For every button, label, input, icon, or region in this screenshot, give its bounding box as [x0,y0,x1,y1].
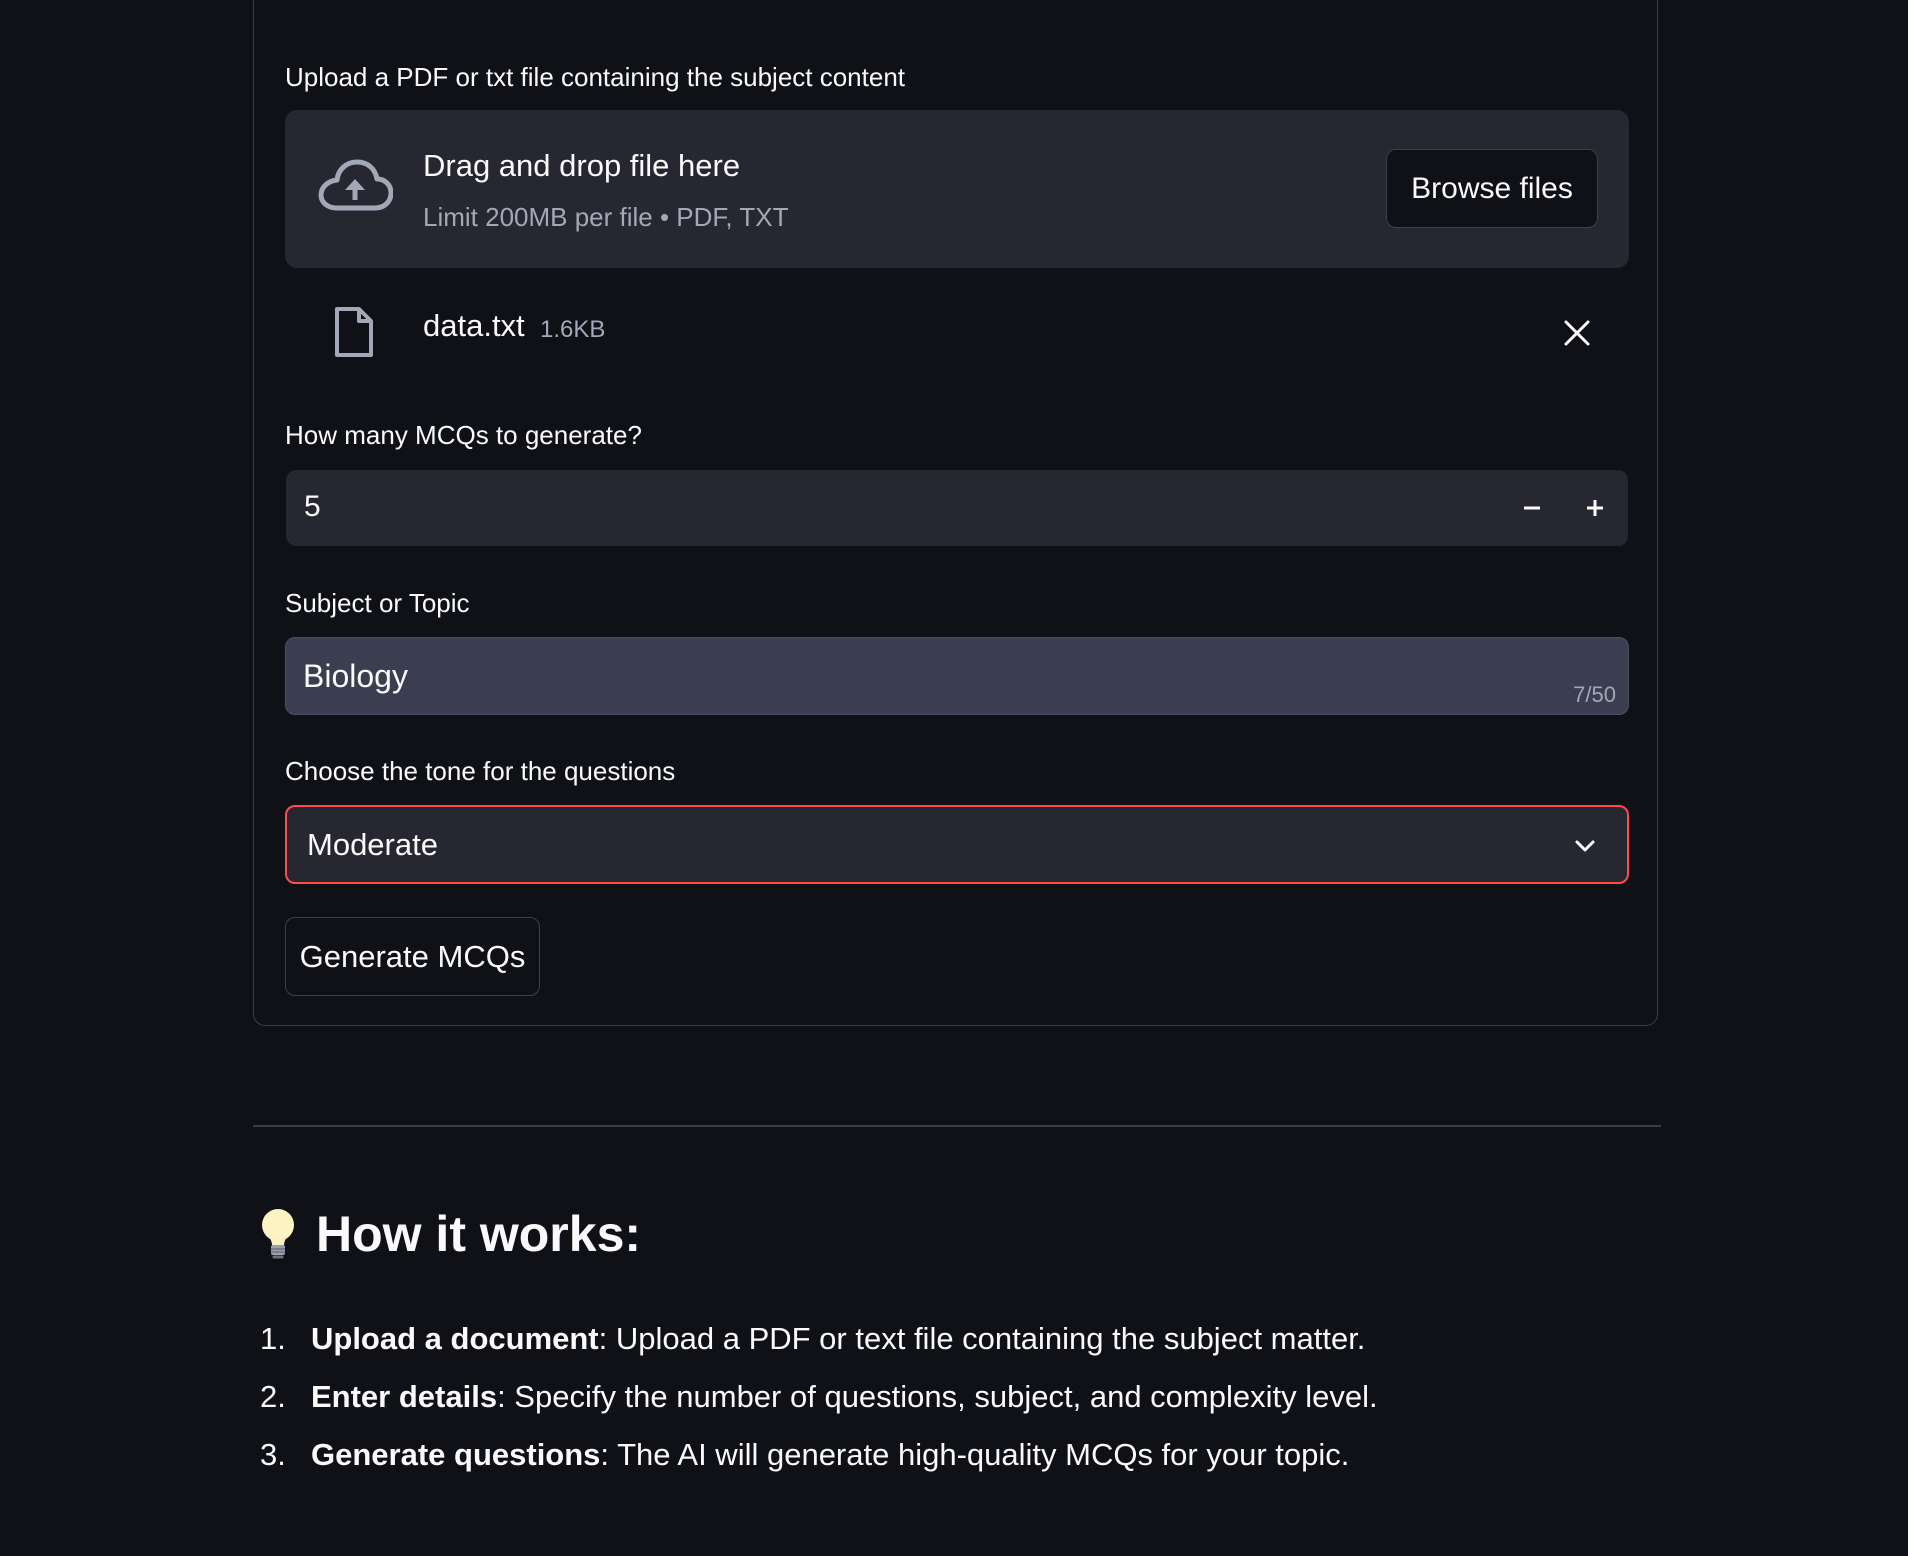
page: Upload a PDF or txt file containing the … [0,0,1908,1556]
tone-select[interactable]: Moderate [285,805,1629,884]
cloud-upload-icon [318,159,393,211]
subject-input[interactable]: Biology 7/50 [285,637,1629,715]
chevron-down-icon [1575,840,1595,852]
plus-icon [1587,500,1603,516]
mcq-count-input[interactable]: 5 [286,470,1628,546]
step-title: Upload a document [311,1321,599,1356]
file-name: data.txt [423,308,525,343]
generate-mcqs-button[interactable]: Generate MCQs [285,917,540,996]
how-it-works-heading: How it works: [256,1205,641,1263]
steps-list: 1. Upload a document : Upload a PDF or t… [260,1310,1378,1484]
step-description: : Specify the number of questions, subje… [497,1379,1378,1414]
remove-file-icon[interactable] [1562,318,1592,348]
dropzone-subtitle: Limit 200MB per file • PDF, TXT [423,202,789,232]
dropzone-title: Drag and drop file here [423,148,741,183]
file-size: 1.6KB [540,316,606,343]
how-it-works-title: How it works: [316,1206,642,1262]
subject-label: Subject or Topic [285,588,470,618]
char-counter: 7/50 [1573,682,1616,707]
step-title: Generate questions [311,1437,601,1472]
lightbulb-icon [262,1209,294,1259]
step-description: : The AI will generate high-quality MCQs… [600,1437,1350,1472]
minus-icon [1524,506,1540,510]
list-item: 1. Upload a document : Upload a PDF or t… [260,1310,1378,1368]
step-title: Enter details [311,1379,498,1414]
subject-value[interactable]: Biology [303,658,408,695]
step-number: 2. [260,1379,286,1414]
increment-button[interactable] [1569,482,1621,534]
mcq-count-label: How many MCQs to generate? [285,420,642,450]
mcq-count-value[interactable]: 5 [304,490,321,524]
list-item: 3. Generate questions : The AI will gene… [260,1426,1378,1484]
uploaded-file-row: data.txt 1.6KB [285,296,1629,368]
list-item: 2. Enter details : Specify the number of… [260,1368,1378,1426]
divider [253,1125,1661,1127]
file-icon [335,307,373,357]
file-dropzone[interactable]: Drag and drop file here Limit 200MB per … [285,110,1629,268]
decrement-button[interactable] [1506,482,1558,534]
upload-label: Upload a PDF or txt file containing the … [285,62,906,92]
step-number: 1. [260,1321,286,1356]
tone-label: Choose the tone for the questions [285,756,676,786]
browse-files-button[interactable]: Browse files [1386,149,1598,228]
step-description: : Upload a PDF or text file containing t… [598,1321,1366,1356]
step-number: 3. [260,1437,286,1472]
tone-selected-value: Moderate [307,827,438,862]
